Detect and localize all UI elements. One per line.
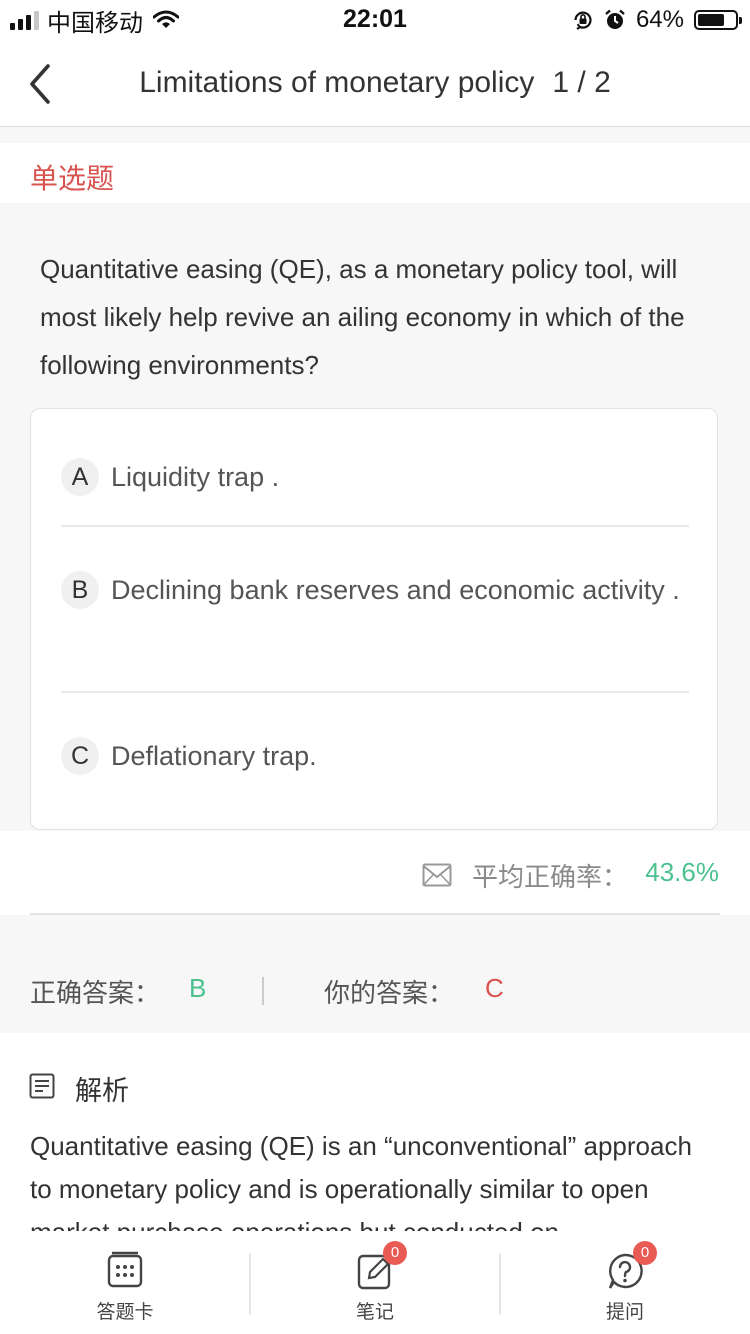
- tab-label: 提问: [605, 1302, 644, 1323]
- option-text: Deflationary trap.: [111, 741, 317, 771]
- answer-card-icon: [107, 1251, 143, 1288]
- question-section: Quantitative easing (QE), as a monetary …: [0, 203, 750, 831]
- option-letter: B: [61, 571, 99, 609]
- answer-separator: [262, 977, 264, 1005]
- tab-label: 答题卡: [96, 1302, 154, 1323]
- bottom-tab-bar: 答题卡 0 笔记 0 提问: [0, 1231, 750, 1334]
- tab-ask-question[interactable]: 0 提问: [500, 1231, 750, 1334]
- option-divider: [61, 525, 689, 527]
- options-card: A Liquidity trap . B Declining bank rese…: [30, 408, 718, 830]
- analysis-title: 解析: [75, 1076, 129, 1106]
- your-answer-value: C: [485, 973, 504, 1003]
- question-type-label: 单选题: [30, 163, 115, 194]
- envelope-icon: [422, 863, 452, 887]
- option-text: Declining bank reserves and economic act…: [111, 575, 680, 605]
- average-accuracy-label: 平均正确率：: [472, 862, 629, 892]
- your-answer-label: 你的答案：: [324, 978, 455, 1008]
- page-counter: 1 / 2: [552, 66, 611, 99]
- option-divider: [61, 691, 689, 693]
- battery-percent: 64%: [635, 6, 684, 33]
- accuracy-row: 平均正确率： 43.6%: [0, 831, 750, 913]
- tab-notes[interactable]: 0 笔记: [250, 1231, 500, 1334]
- answer-row: 正确答案： B 你的答案： C: [0, 915, 750, 1033]
- alarm-icon: [605, 9, 625, 29]
- option-b[interactable]: B Declining bank reserves and economic a…: [61, 566, 689, 662]
- option-c[interactable]: C Deflationary trap.: [61, 732, 689, 780]
- option-letter: C: [61, 737, 99, 775]
- status-bar: 中国移动 22:01 64%: [0, 0, 750, 40]
- option-letter: A: [61, 458, 99, 496]
- correct-answer-value: B: [189, 973, 207, 1003]
- correct-answer-label: 正确答案：: [30, 978, 161, 1008]
- average-accuracy-value: 43.6%: [645, 857, 719, 887]
- question-type-row: 单选题: [0, 143, 750, 203]
- notification-badge: 0: [383, 1241, 407, 1265]
- battery-icon: [694, 10, 742, 30]
- question-text: Quantitative easing (QE), as a monetary …: [40, 254, 685, 380]
- document-icon: [29, 1073, 55, 1099]
- status-right: 64%: [572, 6, 742, 34]
- section-gap: [0, 127, 750, 143]
- analysis-section: 解析 Quantitative easing (QE) is an “uncon…: [0, 1033, 750, 1231]
- page-title-text: Limitations of monetary policy: [139, 66, 535, 99]
- page-title: Limitations of monetary policy 1 / 2: [0, 66, 750, 100]
- analysis-text: Quantitative easing (QE) is an “unconven…: [30, 1131, 692, 1231]
- option-text: Liquidity trap .: [111, 462, 280, 492]
- option-a[interactable]: A Liquidity trap .: [61, 453, 689, 501]
- notification-badge: 0: [633, 1241, 657, 1265]
- tab-label: 笔记: [355, 1302, 394, 1323]
- orientation-lock-icon: [574, 11, 592, 30]
- tab-answer-card[interactable]: 答题卡: [0, 1231, 250, 1334]
- nav-bar: Limitations of monetary policy 1 / 2: [0, 40, 750, 127]
